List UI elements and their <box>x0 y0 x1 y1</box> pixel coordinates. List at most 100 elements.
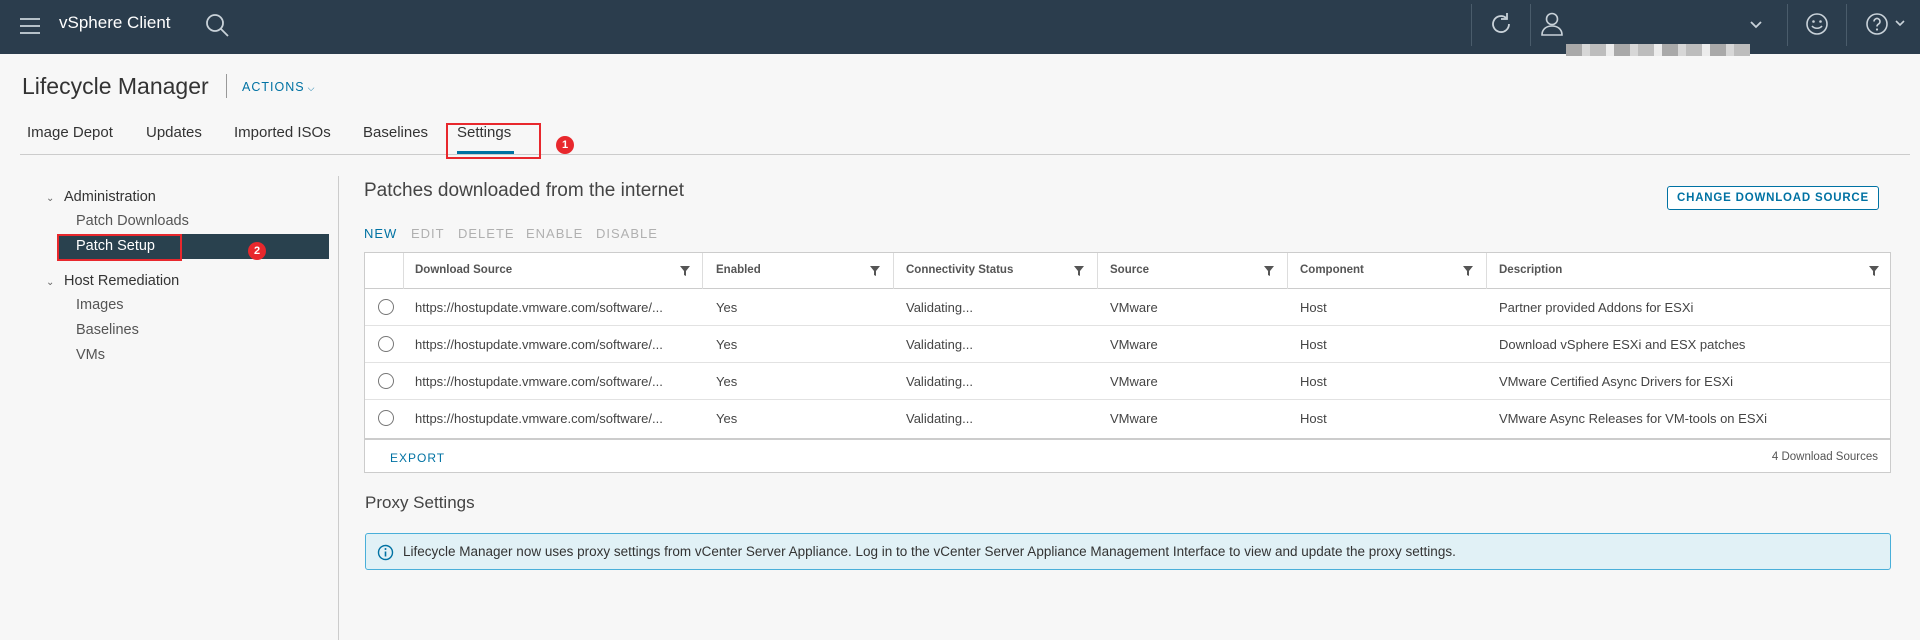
tree-group-administration[interactable]: Administration <box>64 189 156 205</box>
filter-icon[interactable] <box>869 265 881 277</box>
column-header-description[interactable]: Description <box>1499 264 1562 276</box>
annotation-highlight-patch-setup <box>57 234 182 261</box>
row-select-radio[interactable] <box>378 299 394 315</box>
menu-icon[interactable] <box>18 14 42 38</box>
row-select-radio[interactable] <box>378 410 394 426</box>
tree-item-baselines[interactable]: Baselines <box>76 322 139 338</box>
filter-icon[interactable] <box>1263 265 1275 277</box>
tab-bar-divider <box>20 154 1910 155</box>
column-separator <box>1097 253 1098 289</box>
tree-item-vms[interactable]: VMs <box>76 347 105 363</box>
sidebar-divider <box>338 176 339 640</box>
column-header-source[interactable]: Source <box>1110 264 1149 276</box>
header-divider <box>1787 4 1788 46</box>
download-sources-table: Download Source Enabled Connectivity Sta… <box>364 252 1891 473</box>
cell-description: Download vSphere ESXi and ESX patches <box>1499 337 1746 352</box>
column-separator <box>1287 253 1288 289</box>
header-divider <box>1846 4 1847 46</box>
table-row[interactable]: https://hostupdate.vmware.com/software/.… <box>365 363 1890 400</box>
search-icon[interactable] <box>204 12 230 38</box>
user-icon[interactable] <box>1540 11 1564 37</box>
cell-source: VMware <box>1110 337 1158 352</box>
tab-baselines[interactable]: Baselines <box>363 124 428 141</box>
table-header: Download Source Enabled Connectivity Sta… <box>365 253 1890 289</box>
tree-group-host-remediation[interactable]: Host Remediation <box>64 273 179 289</box>
chevron-down-icon[interactable] <box>1894 17 1906 29</box>
export-button[interactable]: EXPORT <box>390 451 445 465</box>
cell-source: VMware <box>1110 411 1158 426</box>
title-divider <box>226 74 227 98</box>
column-header-component[interactable]: Component <box>1300 264 1364 276</box>
row-select-radio[interactable] <box>378 336 394 352</box>
cell-component: Host <box>1300 300 1327 315</box>
annotation-badge-1: 1 <box>556 136 574 154</box>
table-row[interactable]: https://hostupdate.vmware.com/software/.… <box>365 289 1890 326</box>
cell-description: VMware Async Releases for VM-tools on ES… <box>1499 411 1768 426</box>
cell-source: VMware <box>1110 300 1158 315</box>
help-icon[interactable] <box>1864 11 1890 37</box>
refresh-icon[interactable] <box>1488 11 1514 37</box>
filter-icon[interactable] <box>1868 265 1880 277</box>
cell-enabled: Yes <box>716 337 738 352</box>
new-button[interactable]: NEW <box>364 226 397 241</box>
cell-download-source: https://hostupdate.vmware.com/software/.… <box>415 374 663 389</box>
cell-description: VMware Certified Async Drivers for ESXi <box>1499 374 1734 389</box>
tab-image-depot[interactable]: Image Depot <box>27 124 113 141</box>
cell-description: Partner provided Addons for ESXi <box>1499 300 1694 315</box>
tab-updates[interactable]: Updates <box>146 124 202 141</box>
cell-connectivity-status: Validating... <box>906 374 973 389</box>
chevron-down-icon[interactable]: ⌄ <box>46 277 54 288</box>
cell-connectivity-status: Validating... <box>906 337 973 352</box>
filter-icon[interactable] <box>1073 265 1085 277</box>
app-title[interactable]: vSphere Client <box>59 13 171 33</box>
column-header-enabled[interactable]: Enabled <box>716 264 761 276</box>
proxy-info-alert: Lifecycle Manager now uses proxy setting… <box>365 533 1891 570</box>
tree-item-images[interactable]: Images <box>76 297 124 313</box>
filter-icon[interactable] <box>1462 265 1474 277</box>
row-select-radio[interactable] <box>378 373 394 389</box>
chevron-down-icon[interactable] <box>1748 16 1764 32</box>
cell-source: VMware <box>1110 374 1158 389</box>
annotation-highlight-settings <box>446 123 541 159</box>
proxy-info-text: Lifecycle Manager now uses proxy setting… <box>403 544 1456 559</box>
chevron-down-icon[interactable]: ⌄ <box>46 193 54 204</box>
page-title: Lifecycle Manager <box>22 73 209 99</box>
cell-enabled: Yes <box>716 411 738 426</box>
table-footer: EXPORT 4 Download Sources <box>365 438 1890 472</box>
column-header-connectivity-status[interactable]: Connectivity Status <box>906 264 1013 276</box>
cell-download-source: https://hostupdate.vmware.com/software/.… <box>415 300 663 315</box>
cell-download-source: https://hostupdate.vmware.com/software/.… <box>415 337 663 352</box>
cell-connectivity-status: Validating... <box>906 300 973 315</box>
cell-enabled: Yes <box>716 374 738 389</box>
column-separator <box>1486 253 1487 289</box>
cell-connectivity-status: Validating... <box>906 411 973 426</box>
cell-enabled: Yes <box>716 300 738 315</box>
info-icon <box>377 544 394 561</box>
section-title: Patches downloaded from the internet <box>364 180 685 201</box>
tree-item-patch-downloads[interactable]: Patch Downloads <box>76 213 189 229</box>
delete-button[interactable]: DELETE <box>458 226 515 241</box>
column-separator <box>893 253 894 289</box>
table-row[interactable]: https://hostupdate.vmware.com/software/.… <box>365 400 1890 437</box>
cell-component: Host <box>1300 337 1327 352</box>
actions-label: ACTIONS <box>242 80 305 94</box>
annotation-badge-2: 2 <box>248 242 266 260</box>
header-divider <box>1471 4 1472 46</box>
column-header-download-source[interactable]: Download Source <box>415 264 512 276</box>
column-separator <box>702 253 703 289</box>
enable-button[interactable]: ENABLE <box>526 226 583 241</box>
change-download-source-button[interactable]: CHANGE DOWNLOAD SOURCE <box>1667 186 1879 210</box>
edit-button[interactable]: EDIT <box>411 226 445 241</box>
table-row[interactable]: https://hostupdate.vmware.com/software/.… <box>365 326 1890 363</box>
row-count: 4 Download Sources <box>1771 451 1878 463</box>
cell-component: Host <box>1300 411 1327 426</box>
smile-icon[interactable] <box>1804 11 1830 37</box>
tab-imported-isos[interactable]: Imported ISOs <box>234 124 331 141</box>
cell-download-source: https://hostupdate.vmware.com/software/.… <box>415 411 663 426</box>
actions-menu[interactable]: ACTIONS ⌵ <box>242 80 315 94</box>
column-separator <box>403 253 404 289</box>
redacted-username <box>1566 44 1750 56</box>
header-divider <box>1530 4 1531 46</box>
disable-button[interactable]: DISABLE <box>596 226 658 241</box>
filter-icon[interactable] <box>679 265 691 277</box>
